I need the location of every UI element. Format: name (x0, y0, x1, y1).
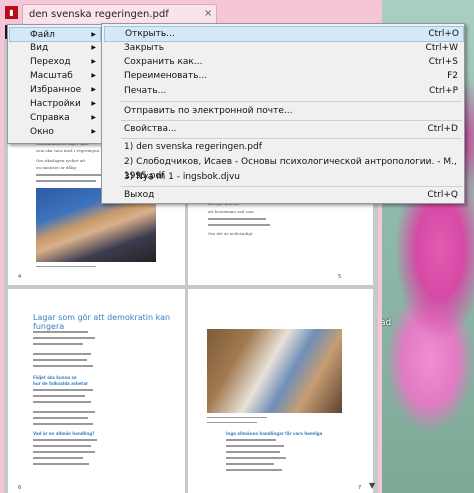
menu-item-print[interactable]: Печать... Ctrl+P (104, 84, 462, 98)
body-text: att bestämma vad som (208, 209, 254, 214)
chevron-right-icon: ▶ (91, 31, 96, 38)
chevron-right-icon: ▶ (91, 44, 96, 51)
body-text: Om riksdagen tycker att (36, 158, 86, 163)
title-bar: ▮ den svenska regeringen.pdf × (0, 0, 382, 25)
page-number: 5 (338, 274, 342, 280)
menu-separator (121, 101, 462, 102)
chevron-right-icon: ▶ (91, 128, 96, 135)
chevron-right-icon: ▶ (91, 114, 96, 121)
menu-separator (121, 186, 462, 187)
menu-item-save-as[interactable]: Сохранить как... Ctrl+S (104, 55, 462, 69)
menu-item-go[interactable]: Переход ▶ (10, 55, 100, 69)
document-tab[interactable]: den svenska regeringen.pdf × (22, 4, 217, 25)
section-heading: Vad är en allmän handling? (33, 431, 95, 436)
menu-item-open[interactable]: Открыть... Ctrl+O (104, 26, 464, 42)
menu-item-recent-2[interactable]: 2) Слободчиков, Исаев - Основы психологи… (104, 155, 462, 181)
section-heading: Följet ska kunna se (33, 375, 77, 380)
menu-separator (121, 138, 462, 139)
chevron-right-icon: ▶ (91, 100, 96, 107)
body-text: Om det är nödvändigt (208, 231, 253, 236)
menu-item-view[interactable]: Вид ▶ (10, 41, 100, 55)
page-6: Lagar som gör att demokratin kan fungera… (8, 289, 185, 493)
body-text: en minister är dålig (36, 165, 76, 170)
menu-item-file[interactable]: Файл ▶ (9, 27, 101, 42)
menu-item-window[interactable]: Окно ▶ (10, 125, 100, 139)
menu-item-exit[interactable]: Выход Ctrl+Q (104, 188, 462, 202)
close-icon[interactable]: × (204, 8, 212, 19)
menu-item-rename[interactable]: Переименовать... F2 (104, 69, 462, 83)
menu-item-favorites[interactable]: Избранное ▶ (10, 83, 100, 97)
app-icon: ▮ (5, 6, 18, 19)
menu-item-recent-1[interactable]: 1) den svenska regeringen.pdf (104, 140, 462, 154)
page-7: Inga allmänna handlingar får vara hemlig… (188, 289, 373, 493)
section-heading: Inga allmänna handlingar får vara hemlig… (226, 431, 323, 436)
body-text: som ska vara med i regeringen. (36, 148, 101, 153)
file-menu: Открыть... Ctrl+O Закрыть Ctrl+W Сохранить… (101, 23, 465, 204)
menu-item-help[interactable]: Справка ▶ (10, 111, 100, 125)
chevron-right-icon: ▶ (91, 72, 96, 79)
page-number: 4 (18, 274, 22, 280)
page-number: 6 (18, 485, 22, 491)
menu-item-zoom[interactable]: Масштаб ▶ (10, 69, 100, 83)
page-number: 7 (358, 485, 362, 491)
menu-item-recent-3[interactable]: 3) Nya m 1 - ingsbok.djvu (104, 170, 462, 184)
menu-item-send-email[interactable]: Отправить по электронной почте... (104, 104, 462, 118)
scroll-down-icon[interactable]: ▼ (369, 481, 375, 490)
chevron-right-icon: ▶ (91, 86, 96, 93)
page-heading: Lagar som gör att demokratin kan fungera (33, 313, 171, 331)
menu-item-settings[interactable]: Настройки ▶ (10, 97, 100, 111)
chevron-right-icon: ▶ (91, 58, 96, 65)
menu-item-close[interactable]: Закрыть Ctrl+W (104, 41, 462, 55)
menu-separator (121, 120, 462, 121)
photo-library (207, 329, 342, 413)
main-menu: Файл ▶ Вид ▶ Переход ▶ Масштаб ▶ Избранное ▶ … (7, 24, 103, 144)
section-heading: hur de folkvalda arbetar (33, 381, 89, 386)
menu-item-properties[interactable]: Свойства... Ctrl+D (104, 122, 462, 136)
tab-title: den svenska regeringen.pdf (29, 9, 169, 20)
